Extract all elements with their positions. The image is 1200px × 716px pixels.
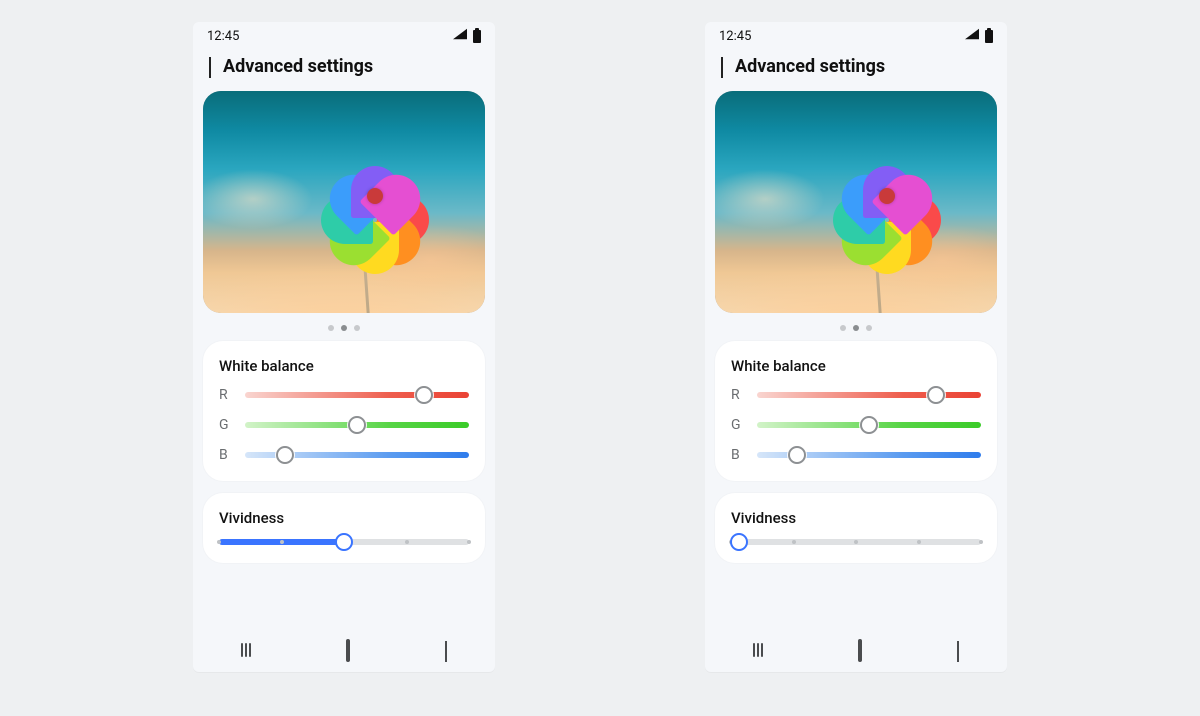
white-balance-b-label: B <box>731 447 745 463</box>
white-balance-card: White balance R G B <box>715 341 997 481</box>
white-balance-r-slider[interactable] <box>245 392 469 398</box>
pager-dot[interactable] <box>853 325 859 331</box>
white-balance-r-label: R <box>731 387 745 403</box>
status-time: 12:45 <box>207 29 239 44</box>
signal-icon <box>965 28 979 44</box>
status-time: 12:45 <box>719 29 751 44</box>
battery-icon <box>473 30 481 43</box>
status-bar: 12:45 <box>193 22 495 50</box>
nav-recents-button[interactable] <box>241 643 251 657</box>
vividness-tick <box>979 540 983 544</box>
white-balance-b-slider[interactable] <box>757 452 981 458</box>
pager-dots <box>203 313 485 341</box>
vividness-slider[interactable] <box>219 539 469 545</box>
pager-dot[interactable] <box>328 325 334 331</box>
white-balance-card: White balance R G B <box>203 341 485 481</box>
white-balance-row-b: B <box>731 447 981 463</box>
white-balance-row-r: R <box>731 387 981 403</box>
preview-image[interactable] <box>203 91 485 313</box>
slider-thumb[interactable] <box>415 386 433 404</box>
white-balance-row-g: G <box>731 417 981 433</box>
slider-thumb[interactable] <box>927 386 945 404</box>
vividness-card: Vividness <box>715 493 997 563</box>
vividness-slider[interactable] <box>731 539 981 545</box>
slider-thumb[interactable] <box>860 416 878 434</box>
nav-home-button[interactable] <box>346 641 350 660</box>
white-balance-r-slider[interactable] <box>757 392 981 398</box>
slider-thumb[interactable] <box>788 446 806 464</box>
white-balance-b-label: B <box>219 447 233 463</box>
vividness-title: Vividness <box>731 509 981 527</box>
vividness-tick <box>854 540 858 544</box>
vividness-tick <box>280 540 284 544</box>
chevron-left-icon <box>209 57 211 78</box>
page-header: Advanced settings <box>193 50 495 91</box>
back-button[interactable] <box>209 57 211 76</box>
slider-thumb[interactable] <box>335 533 353 551</box>
comparison-stage: 12:45 Advanced settings White bal <box>0 0 1200 672</box>
slider-thumb[interactable] <box>276 446 294 464</box>
chevron-left-icon <box>721 57 723 78</box>
nav-bar <box>705 628 1007 672</box>
vividness-tick <box>467 540 471 544</box>
phone-screen-1: 12:45 Advanced settings White bal <box>705 22 1007 672</box>
battery-icon <box>985 30 993 43</box>
pager-dots <box>715 313 997 341</box>
back-button[interactable] <box>721 57 723 76</box>
page-title: Advanced settings <box>223 56 373 77</box>
white-balance-b-slider[interactable] <box>245 452 469 458</box>
white-balance-title: White balance <box>219 357 469 375</box>
phone-screen-0: 12:45 Advanced settings White bal <box>193 22 495 672</box>
vividness-tick <box>917 540 921 544</box>
white-balance-row-r: R <box>219 387 469 403</box>
pager-dot[interactable] <box>840 325 846 331</box>
vividness-tick <box>217 540 221 544</box>
slider-thumb[interactable] <box>730 533 748 551</box>
page-title: Advanced settings <box>735 56 885 77</box>
white-balance-row-b: B <box>219 447 469 463</box>
pinwheel-icon <box>319 140 431 252</box>
white-balance-g-label: G <box>219 417 233 433</box>
white-balance-row-g: G <box>219 417 469 433</box>
signal-icon <box>453 28 467 44</box>
vividness-tick <box>792 540 796 544</box>
pager-dot[interactable] <box>866 325 872 331</box>
white-balance-g-slider[interactable] <box>757 422 981 428</box>
pager-dot[interactable] <box>354 325 360 331</box>
nav-back-button[interactable] <box>445 641 447 660</box>
nav-back-button[interactable] <box>957 641 959 660</box>
vividness-title: Vividness <box>219 509 469 527</box>
pager-dot[interactable] <box>341 325 347 331</box>
white-balance-title: White balance <box>731 357 981 375</box>
nav-recents-button[interactable] <box>753 643 763 657</box>
white-balance-g-label: G <box>731 417 745 433</box>
slider-thumb[interactable] <box>348 416 366 434</box>
page-header: Advanced settings <box>705 50 1007 91</box>
vividness-tick <box>405 540 409 544</box>
nav-home-button[interactable] <box>858 641 862 660</box>
preview-image[interactable] <box>715 91 997 313</box>
status-bar: 12:45 <box>705 22 1007 50</box>
pinwheel-icon <box>831 140 943 252</box>
vividness-card: Vividness <box>203 493 485 563</box>
white-balance-r-label: R <box>219 387 233 403</box>
nav-bar <box>193 628 495 672</box>
white-balance-g-slider[interactable] <box>245 422 469 428</box>
